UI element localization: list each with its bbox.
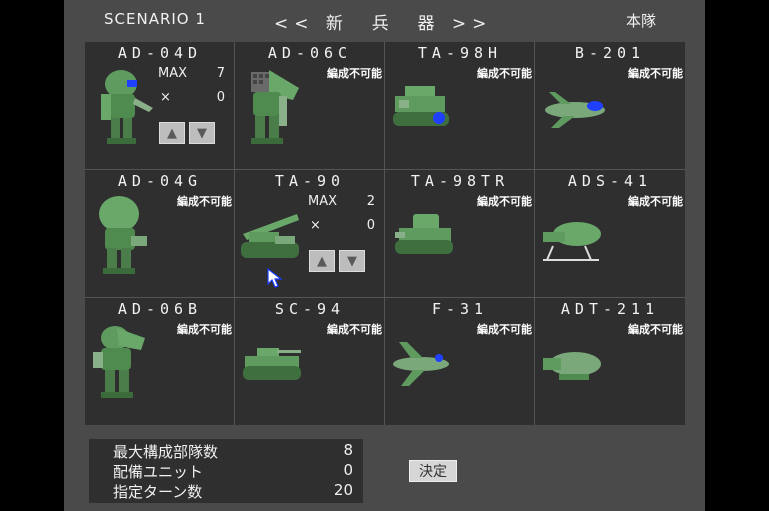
count-label: × xyxy=(160,90,171,105)
unavailable-label: 編成不可能 xyxy=(177,323,232,336)
status-value: 0 xyxy=(343,461,353,479)
unit-name: SC-94 xyxy=(274,300,346,318)
tank-sprite-icon xyxy=(243,348,301,380)
unavailable-label: 編成不可能 xyxy=(327,67,382,80)
unit-cell-ad-04g[interactable]: AD-04G 編成不可能 xyxy=(85,170,235,298)
count-label: × xyxy=(310,218,321,233)
unit-name: TA-98H xyxy=(417,44,503,62)
down-triangle-icon: ▼ xyxy=(347,253,357,269)
max-value: 2 xyxy=(366,194,375,209)
screen-title: << 新 兵 器 >> xyxy=(274,14,493,34)
unavailable-label: 編成不可能 xyxy=(327,323,382,336)
status-row: 配備ユニット 0 xyxy=(113,461,353,481)
up-triangle-icon: ▲ xyxy=(317,253,327,269)
unit-name: ADT-211 xyxy=(560,300,660,318)
unit-grid: AD-04D MAX 7 × 0 ▲ ▼ AD-06C 編成不可能 TA-98H… xyxy=(85,42,685,425)
unavailable-label: 編成不可能 xyxy=(628,195,683,208)
unavailable-label: 編成不可能 xyxy=(628,67,683,80)
status-label: 最大構成部隊数 xyxy=(113,443,219,461)
unit-cell-f-31[interactable]: F-31 編成不可能 xyxy=(385,298,535,425)
down-triangle-icon: ▼ xyxy=(197,125,207,141)
unit-name: TA-90 xyxy=(274,172,346,190)
unit-cell-ad-04d[interactable]: AD-04D MAX 7 × 0 ▲ ▼ xyxy=(85,42,235,170)
main-unit-label[interactable]: 本隊 xyxy=(626,10,656,31)
unit-name: AD-06C xyxy=(267,44,353,62)
unit-name: ADS-41 xyxy=(567,172,653,190)
aircraft-sprite-icon xyxy=(545,92,605,128)
tank-sprite-icon xyxy=(395,214,453,254)
unit-name: AD-06B xyxy=(117,300,203,318)
mech-sprite-icon xyxy=(101,70,153,144)
scenario-label: SCENARIO 1 xyxy=(104,10,206,28)
max-label: MAX xyxy=(158,66,188,81)
unavailable-label: 編成不可能 xyxy=(477,323,532,336)
up-triangle-icon: ▲ xyxy=(167,125,177,141)
aircraft-sprite-icon xyxy=(543,352,601,380)
unit-cell-ta-90[interactable]: TA-90 MAX 2 × 0 ▲ ▼ xyxy=(235,170,385,298)
increase-button[interactable]: ▲ xyxy=(309,250,335,272)
status-label: 配備ユニット xyxy=(113,463,204,481)
count-value: 0 xyxy=(216,90,225,105)
decrease-button[interactable]: ▼ xyxy=(339,250,365,272)
mouse-cursor-icon xyxy=(267,268,283,288)
status-value: 20 xyxy=(333,481,353,499)
unit-cell-ads-41[interactable]: ADS-41 編成不可能 xyxy=(535,170,685,298)
unavailable-label: 編成不可能 xyxy=(477,195,532,208)
header-bar: SCENARIO 1 << 新 兵 器 >> 本隊 xyxy=(64,0,705,40)
increase-button[interactable]: ▲ xyxy=(159,122,185,144)
unit-name: B-201 xyxy=(574,44,646,62)
mech-sprite-icon xyxy=(99,196,147,274)
confirm-button[interactable]: 決定 xyxy=(409,460,457,482)
status-row: 指定ターン数 20 xyxy=(113,481,353,501)
hover-vehicle-sprite-icon xyxy=(543,222,601,261)
game-frame: SCENARIO 1 << 新 兵 器 >> 本隊 AD-04D MAX 7 ×… xyxy=(64,0,705,511)
status-panel: 最大構成部隊数 8 配備ユニット 0 指定ターン数 20 xyxy=(89,439,363,503)
mech-sprite-icon xyxy=(93,326,145,398)
tank-sprite-icon xyxy=(241,214,299,258)
unit-cell-ad-06c[interactable]: AD-06C 編成不可能 xyxy=(235,42,385,170)
unit-name: AD-04G xyxy=(117,172,203,190)
unit-cell-b-201[interactable]: B-201 編成不可能 xyxy=(535,42,685,170)
aircraft-sprite-icon xyxy=(393,342,449,386)
unit-name: F-31 xyxy=(431,300,489,318)
decrease-button[interactable]: ▼ xyxy=(189,122,215,144)
count-value: 0 xyxy=(366,218,375,233)
status-row: 最大構成部隊数 8 xyxy=(113,441,353,461)
unit-name: TA-98TR xyxy=(410,172,510,190)
unit-cell-ad-06b[interactable]: AD-06B 編成不可能 xyxy=(85,298,235,425)
unit-cell-ta-98tr[interactable]: TA-98TR 編成不可能 xyxy=(385,170,535,298)
unit-name: AD-04D xyxy=(117,44,203,62)
unavailable-label: 編成不可能 xyxy=(477,67,532,80)
mech-sprite-icon xyxy=(251,70,299,144)
unavailable-label: 編成不可能 xyxy=(628,323,683,336)
max-value: 7 xyxy=(216,66,225,81)
unit-cell-sc-94[interactable]: SC-94 編成不可能 xyxy=(235,298,385,425)
unit-cell-ta-98h[interactable]: TA-98H 編成不可能 xyxy=(385,42,535,170)
max-label: MAX xyxy=(308,194,338,209)
unavailable-label: 編成不可能 xyxy=(177,195,232,208)
status-label: 指定ターン数 xyxy=(113,483,203,501)
unit-cell-adt-211[interactable]: ADT-211 編成不可能 xyxy=(535,298,685,425)
status-value: 8 xyxy=(343,441,353,459)
tank-sprite-icon xyxy=(393,86,449,126)
